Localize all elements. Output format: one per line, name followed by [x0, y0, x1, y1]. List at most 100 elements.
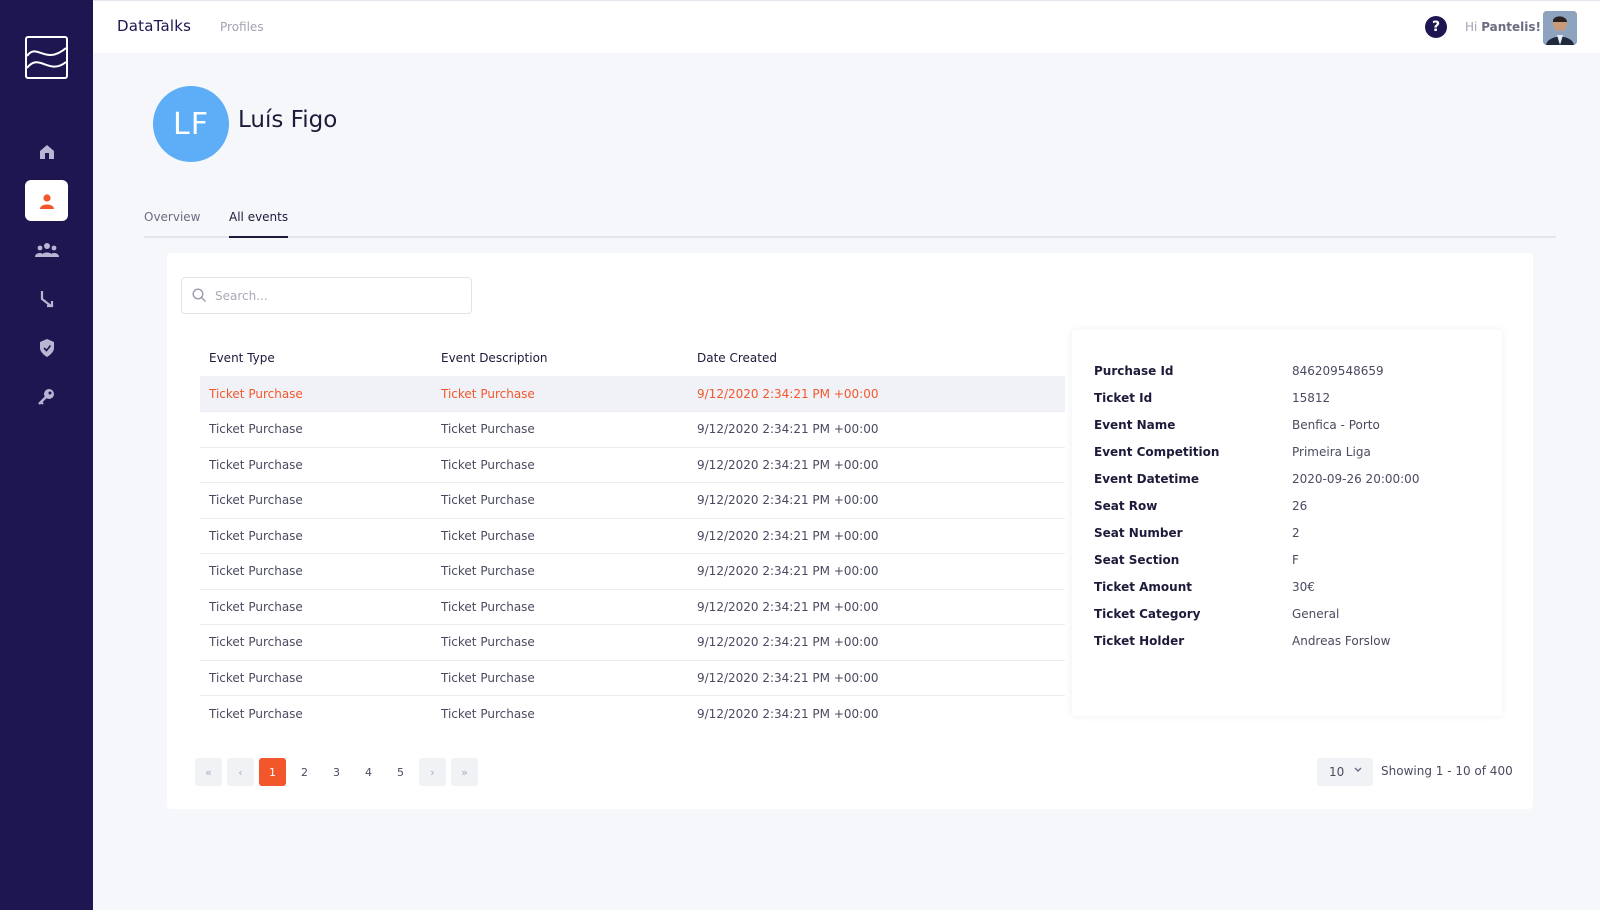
detail-value: 2 — [1292, 526, 1300, 540]
pagination-summary: Showing 1 - 10 of 400 — [1381, 764, 1513, 778]
detail-value: 2020-09-26 20:00:00 — [1292, 472, 1420, 486]
first-page-button[interactable]: « — [195, 758, 222, 786]
detail-label: Seat Number — [1094, 526, 1183, 540]
cell-event-type: Ticket Purchase — [200, 447, 432, 483]
cell-event-type: Ticket Purchase — [200, 624, 432, 661]
last-page-button[interactable]: » — [451, 758, 478, 786]
detail-row-seat-number: Seat Number 2 — [1094, 526, 1300, 540]
detail-row-ticket-category: Ticket Category General — [1094, 607, 1339, 621]
merge-icon — [40, 290, 53, 307]
cell-event-type: Ticket Purchase — [200, 553, 432, 590]
detail-value: Benfica - Porto — [1292, 418, 1380, 432]
cell-event-type: Ticket Purchase — [200, 482, 432, 519]
column-header-event-type[interactable]: Event Type — [200, 339, 432, 376]
column-header-event-description[interactable]: Event Description — [432, 339, 688, 376]
table-row[interactable]: Ticket Purchase Ticket Purchase 9/12/202… — [200, 696, 1065, 732]
sidebar-item-keys[interactable] — [25, 376, 68, 417]
cell-event-description: Ticket Purchase — [432, 518, 688, 554]
sidebar-item-home[interactable] — [25, 131, 68, 172]
user-greeting: Hi Pantelis! — [1465, 20, 1541, 34]
cell-event-type: Ticket Purchase — [200, 411, 432, 448]
prev-page-button[interactable]: ‹ — [227, 758, 254, 786]
cell-event-description: Ticket Purchase — [432, 624, 688, 661]
page-button-5[interactable]: 5 — [387, 758, 414, 786]
greeting-prefix: Hi — [1465, 20, 1478, 34]
profile-name: Luís Figo — [238, 107, 338, 133]
detail-row-seat-row: Seat Row 26 — [1094, 499, 1307, 513]
cell-event-description: Ticket Purchase — [432, 376, 688, 412]
next-page-button[interactable]: › — [419, 758, 446, 786]
detail-label: Seat Row — [1094, 499, 1158, 513]
search-box — [181, 277, 472, 314]
sidebar-item-profile[interactable] — [25, 180, 68, 221]
event-detail-panel: Purchase Id 846209548659 Ticket Id 15812 E… — [1072, 330, 1502, 716]
page-button-4[interactable]: 4 — [355, 758, 382, 786]
user-icon — [39, 193, 54, 209]
detail-value: 846209548659 — [1292, 364, 1384, 378]
breadcrumb-profiles[interactable]: Profiles — [220, 20, 264, 34]
table-row[interactable]: Ticket Purchase Ticket Purchase 9/12/202… — [200, 660, 1065, 696]
cell-date-created: 9/12/2020 2:34:21 PM +00:00 — [688, 411, 1065, 448]
profile-tabs: Overview All events — [144, 206, 1556, 238]
column-header-date-created[interactable]: Date Created — [688, 339, 1065, 376]
chevron-down-icon — [1354, 767, 1362, 772]
rows-per-page-value: 10 — [1329, 765, 1345, 779]
users-icon — [34, 242, 59, 257]
cell-event-type: Ticket Purchase — [200, 660, 432, 696]
sidebar-item-merge[interactable] — [25, 278, 68, 319]
cell-date-created: 9/12/2020 2:34:21 PM +00:00 — [688, 589, 1065, 625]
detail-value: F — [1292, 553, 1299, 567]
table-header-row: Event Type Event Description Date Create… — [200, 339, 1065, 376]
table-row[interactable]: Ticket Purchase Ticket Purchase 9/12/202… — [200, 447, 1065, 483]
detail-row-event-name: Event Name Benfica - Porto — [1094, 418, 1380, 432]
page-button-3[interactable]: 3 — [323, 758, 350, 786]
detail-row-event-datetime: Event Datetime 2020-09-26 20:00:00 — [1094, 472, 1419, 486]
cell-event-type: Ticket Purchase — [209, 706, 303, 721]
detail-row-ticket-holder: Ticket Holder Andreas Forslow — [1094, 634, 1390, 648]
search-input[interactable] — [215, 288, 455, 303]
app-brand[interactable]: DataTalks — [117, 17, 191, 35]
cell-event-description: Ticket Purchase — [432, 660, 688, 696]
table-row[interactable]: Ticket Purchase Ticket Purchase 9/12/202… — [200, 411, 1065, 448]
detail-label: Ticket Category — [1094, 607, 1201, 621]
datatalks-logo-icon[interactable] — [25, 36, 68, 79]
key-icon — [37, 388, 54, 405]
cell-date-created: 9/12/2020 2:34:21 PM +00:00 — [688, 518, 1065, 554]
table-row[interactable]: Ticket Purchase Ticket Purchase 9/12/202… — [200, 624, 1065, 661]
table-row[interactable]: Ticket Purchase Ticket Purchase 9/12/202… — [200, 518, 1065, 554]
home-icon — [39, 144, 54, 159]
sidebar-item-segments[interactable] — [25, 229, 68, 270]
cell-event-description: Ticket Purchase — [441, 706, 535, 721]
page-button-1[interactable]: 1 — [259, 758, 286, 786]
table-row[interactable]: Ticket Purchase Ticket Purchase 9/12/202… — [200, 589, 1065, 625]
table-row[interactable]: Ticket Purchase Ticket Purchase 9/12/202… — [200, 376, 1065, 412]
detail-label: Ticket Holder — [1094, 634, 1185, 648]
detail-label: Event Name — [1094, 418, 1176, 432]
cell-date-created: 9/12/2020 2:34:21 PM +00:00 — [688, 482, 1065, 519]
detail-row-ticket-id: Ticket Id 15812 — [1094, 391, 1330, 405]
detail-label: Purchase Id — [1094, 364, 1174, 378]
rows-per-page-select[interactable]: 10 — [1317, 758, 1373, 786]
tab-overview[interactable]: Overview — [144, 210, 201, 236]
detail-value: 26 — [1292, 499, 1308, 513]
cell-event-description: Ticket Purchase — [432, 411, 688, 448]
detail-value: Primeira Liga — [1292, 445, 1371, 459]
cell-date-created: 9/12/2020 2:34:21 PM +00:00 — [697, 706, 879, 721]
sidebar-item-security[interactable] — [25, 327, 68, 368]
profile-avatar: LF — [153, 86, 229, 162]
table-row[interactable]: Ticket Purchase Ticket Purchase 9/12/202… — [200, 553, 1065, 590]
detail-label: Event Datetime — [1094, 472, 1200, 486]
events-table: Event Type Event Description Date Create… — [200, 339, 1065, 731]
cell-date-created: 9/12/2020 2:34:21 PM +00:00 — [688, 376, 1065, 412]
shield-icon — [39, 338, 54, 357]
sidebar — [0, 0, 93, 910]
detail-row-seat-section: Seat Section F — [1094, 553, 1299, 567]
help-icon[interactable]: ? — [1425, 16, 1447, 38]
table-row[interactable]: Ticket Purchase Ticket Purchase 9/12/202… — [200, 482, 1065, 519]
detail-row-ticket-amount: Ticket Amount 30€ — [1094, 580, 1315, 594]
cell-date-created: 9/12/2020 2:34:21 PM +00:00 — [688, 553, 1065, 590]
page-button-2[interactable]: 2 — [291, 758, 318, 786]
cell-event-description: Ticket Purchase — [432, 482, 688, 519]
tab-all-events[interactable]: All events — [229, 210, 289, 238]
user-avatar[interactable] — [1543, 11, 1577, 45]
